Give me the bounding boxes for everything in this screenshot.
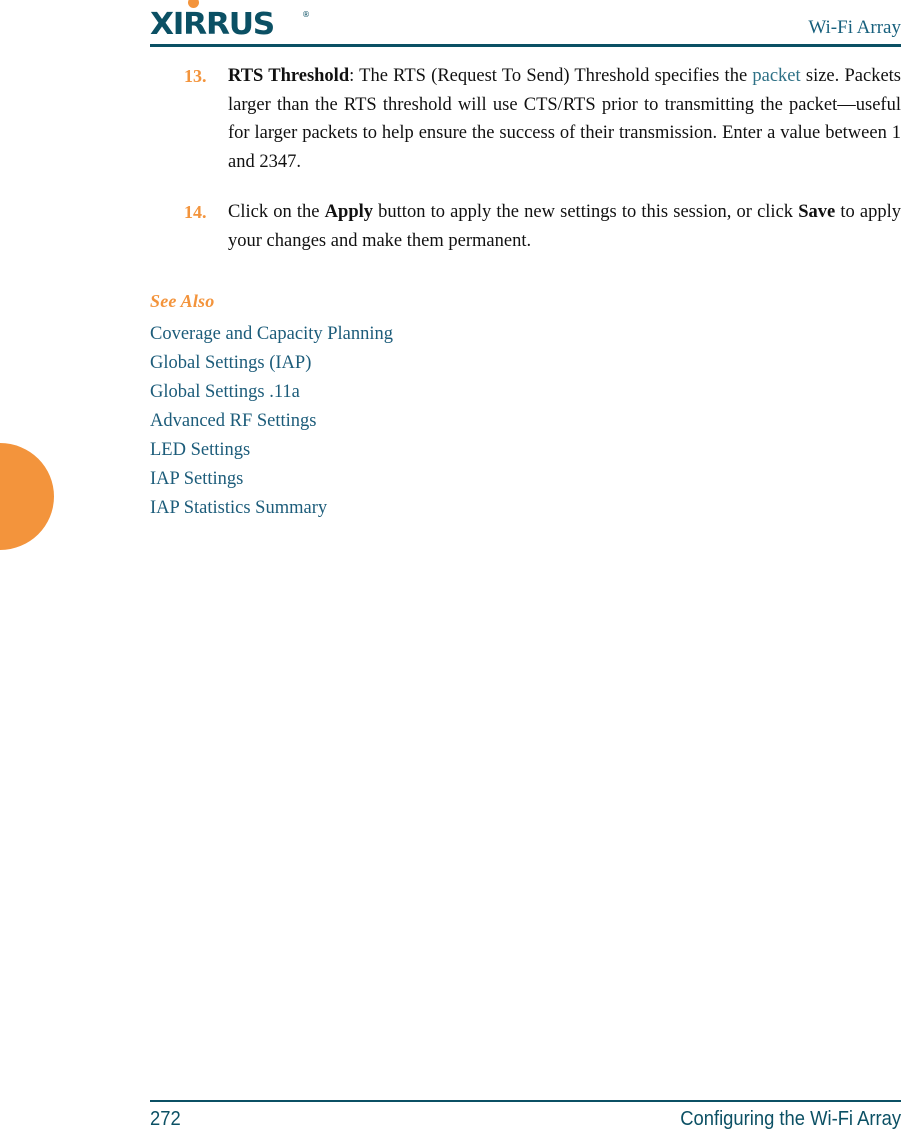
apply-button-reference: Apply: [324, 202, 373, 222]
list-item[interactable]: LED Settings: [150, 436, 901, 465]
registered-trademark-icon: ®: [302, 10, 310, 19]
xirrus-logo: XIRRUS ®: [150, 0, 310, 40]
footer-chapter-label: Configuring the Wi-Fi Array: [680, 1108, 901, 1130]
see-also-link[interactable]: IAP Statistics Summary: [150, 498, 327, 518]
list-item[interactable]: Global Settings .11a: [150, 378, 901, 407]
page-number: 272: [150, 1108, 181, 1130]
footer-divider: [150, 1100, 901, 1102]
document-page: XIRRUS ® Wi-Fi Array 13. RTS Threshold: …: [0, 0, 901, 1137]
page-content: 13. RTS Threshold: The RTS (Request To S…: [150, 62, 901, 523]
list-item[interactable]: Coverage and Capacity Planning: [150, 320, 901, 349]
logo-wordmark: XIRRUS: [150, 7, 275, 42]
list-item-segment: button to apply the new settings to this…: [373, 202, 799, 222]
header-title: Wi-Fi Array: [808, 17, 901, 38]
see-also-heading: See Also: [150, 291, 215, 311]
page-footer: 272 Configuring the Wi-Fi Array: [150, 1108, 901, 1137]
see-also-link[interactable]: IAP Settings: [150, 469, 243, 489]
see-also-link[interactable]: Global Settings .11a: [150, 382, 300, 402]
see-also-list: Coverage and Capacity Planning Global Se…: [150, 320, 901, 523]
orange-margin-tab: [0, 443, 54, 550]
list-item-number: 14.: [184, 202, 207, 222]
page-header: XIRRUS ® Wi-Fi Array: [150, 0, 901, 50]
list-item-segment: Click on the: [228, 202, 325, 222]
list-item-number: 13.: [184, 66, 207, 86]
list-item[interactable]: Global Settings (IAP): [150, 349, 901, 378]
list-item-text-before-link: : The RTS (Request To Send) Threshold sp…: [349, 66, 753, 86]
list-item: 14. Click on the Apply button to apply t…: [150, 198, 901, 255]
list-item-term: RTS Threshold: [228, 66, 350, 86]
save-button-reference: Save: [798, 202, 836, 222]
see-also-link[interactable]: Global Settings (IAP): [150, 353, 311, 373]
list-item: 13. RTS Threshold: The RTS (Request To S…: [150, 62, 901, 176]
see-also-link[interactable]: Coverage and Capacity Planning: [150, 324, 393, 344]
packet-link[interactable]: packet: [752, 66, 800, 86]
list-item[interactable]: Advanced RF Settings: [150, 407, 901, 436]
list-item[interactable]: IAP Statistics Summary: [150, 494, 901, 523]
list-item[interactable]: IAP Settings: [150, 465, 901, 494]
see-also-link[interactable]: LED Settings: [150, 440, 250, 460]
see-also-link[interactable]: Advanced RF Settings: [150, 411, 317, 431]
header-divider: [150, 44, 901, 47]
see-also-section: See Also Coverage and Capacity Planning …: [150, 291, 901, 523]
